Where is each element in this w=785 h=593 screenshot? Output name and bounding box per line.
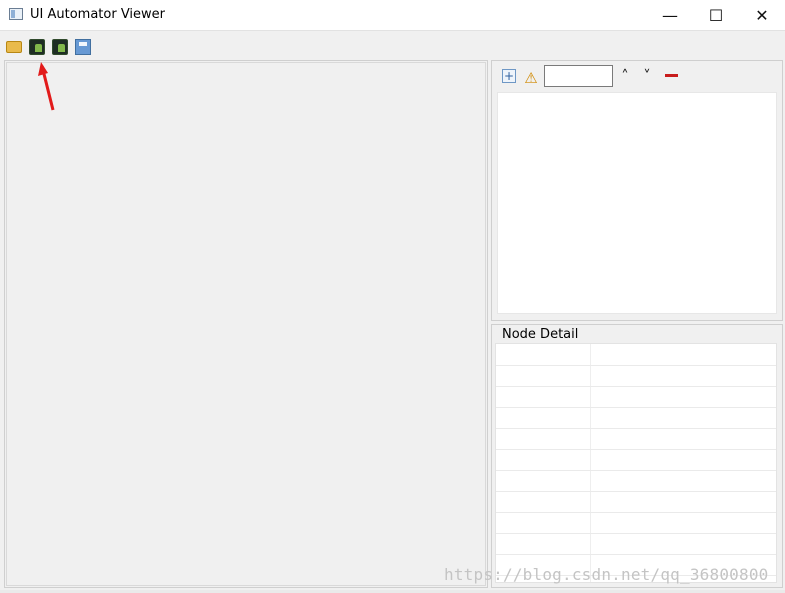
table-row[interactable]: [496, 491, 776, 492]
folder-open-icon[interactable]: [6, 41, 22, 53]
table-row[interactable]: [496, 533, 776, 534]
annotation-arrow: [38, 62, 55, 111]
main-toolbar: [0, 30, 785, 60]
screenshot-pane[interactable]: [4, 60, 488, 588]
maximize-icon: ☐: [708, 5, 724, 25]
device-screenshot-icon[interactable]: [29, 39, 45, 55]
warning-icon[interactable]: ⚠: [524, 68, 538, 88]
table-row[interactable]: [496, 449, 776, 450]
tree-search-input[interactable]: [544, 65, 613, 87]
clear-search-icon[interactable]: [665, 74, 678, 77]
watermark: https://blog.csdn.net/qq_36800800: [444, 565, 769, 584]
title-bar: UI Automator Viewer — ☐ ✕: [0, 0, 785, 30]
expand-all-icon[interactable]: +: [502, 69, 516, 83]
table-row[interactable]: [496, 407, 776, 408]
table-row[interactable]: [496, 554, 776, 555]
minimize-icon: —: [662, 5, 678, 25]
device-screenshot-compressed-icon[interactable]: [52, 39, 68, 55]
table-row[interactable]: [496, 365, 776, 366]
maximize-button[interactable]: ☐: [693, 0, 739, 30]
window-title: UI Automator Viewer: [30, 7, 166, 22]
close-icon: ✕: [755, 5, 769, 25]
previous-result-icon[interactable]: ˄: [617, 66, 633, 86]
table-row[interactable]: [496, 512, 776, 513]
column-divider: [590, 344, 591, 582]
table-row[interactable]: [496, 428, 776, 429]
save-icon[interactable]: [75, 39, 91, 55]
minimize-button[interactable]: —: [647, 0, 693, 30]
node-detail-table[interactable]: [495, 343, 777, 583]
node-detail-title: Node Detail: [500, 327, 581, 342]
ui-hierarchy-tree[interactable]: [497, 92, 777, 314]
table-row[interactable]: [496, 470, 776, 471]
close-button[interactable]: ✕: [739, 0, 785, 30]
table-row[interactable]: [496, 386, 776, 387]
next-result-icon[interactable]: ˅: [639, 66, 655, 86]
app-icon: [9, 8, 23, 20]
